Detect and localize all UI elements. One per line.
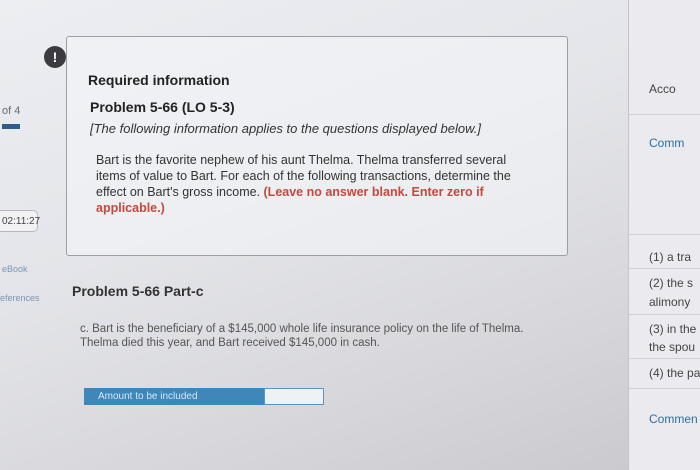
part-title: Problem 5-66 Part-c — [72, 283, 204, 299]
panel-divider — [629, 314, 700, 315]
comment-link[interactable]: Commen — [649, 412, 698, 426]
amount-input[interactable] — [264, 388, 324, 405]
ebook-link[interactable]: eBook — [2, 264, 28, 274]
alert-icon: ! — [44, 46, 66, 68]
list-item-2-continued: alimony — [649, 295, 691, 309]
panel-divider — [629, 358, 700, 359]
accounts-header: Acco — [649, 82, 676, 96]
list-item-1: (1) a tra — [649, 250, 692, 264]
question-text: c. Bart is the beneficiary of a $145,000… — [80, 323, 524, 349]
left-navigation-strip: of 4 02:11:27 eBook eferences — [0, 0, 44, 470]
problem-description: Bart is the favorite nephew of his aunt … — [96, 152, 526, 216]
right-side-panel: Acco Comm (1) a tra (2) the s alimony (3… — [628, 0, 700, 470]
panel-divider — [629, 268, 700, 269]
list-item-3-continued: the spou — [649, 340, 696, 354]
comment-header: Comm — [649, 136, 685, 150]
panel-divider — [629, 114, 700, 115]
list-item-4: (4) the pa — [649, 366, 700, 380]
amount-label: Amount to be included — [84, 388, 264, 405]
list-item-2: (2) the s — [649, 276, 694, 290]
problem-title: Problem 5-66 (LO 5-3) — [90, 99, 235, 115]
references-link[interactable]: eferences — [0, 293, 40, 303]
list-item-3: (3) in the — [649, 322, 697, 336]
progress-indicator — [2, 124, 20, 129]
panel-divider — [629, 234, 700, 235]
screen-background: of 4 02:11:27 eBook eferences ! Required… — [0, 0, 700, 470]
timer-display: 02:11:27 — [0, 210, 40, 232]
required-information-box — [66, 36, 568, 256]
instruction-note: [The following information applies to th… — [90, 121, 481, 136]
required-info-heading: Required information — [88, 72, 230, 88]
page-counter: of 4 — [2, 105, 21, 117]
panel-divider — [629, 388, 700, 389]
